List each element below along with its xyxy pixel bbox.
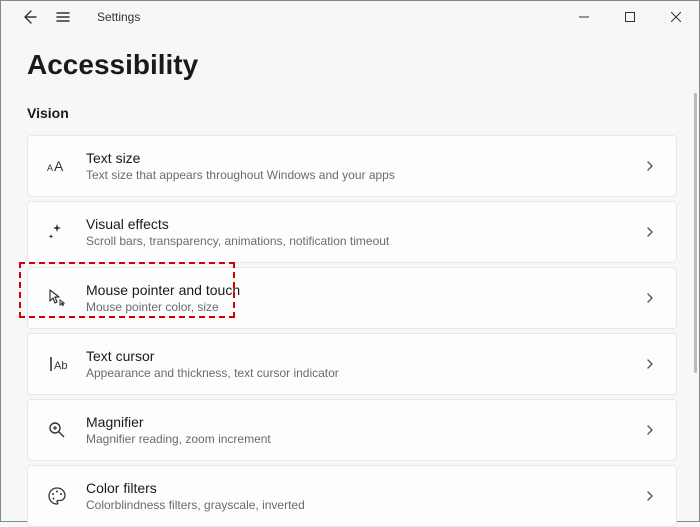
chevron-right-icon — [642, 488, 658, 504]
svg-text:Ab: Ab — [54, 360, 67, 372]
item-subtitle: Magnifier reading, zoom increment — [86, 432, 624, 446]
minimize-icon — [579, 12, 589, 22]
menu-button[interactable] — [49, 3, 77, 31]
section-label: Vision — [27, 105, 677, 121]
svg-text:A: A — [54, 158, 64, 174]
visual-effects-icon — [46, 221, 68, 243]
item-subtitle: Appearance and thickness, text cursor in… — [86, 366, 624, 380]
item-title: Visual effects — [86, 216, 624, 232]
scrollbar[interactable] — [694, 93, 697, 373]
item-subtitle: Scroll bars, transparency, animations, n… — [86, 234, 624, 248]
item-title: Magnifier — [86, 414, 624, 430]
item-text-cursor[interactable]: Ab Text cursor Appearance and thickness,… — [27, 333, 677, 395]
color-filters-icon — [46, 485, 68, 507]
back-button[interactable] — [15, 3, 43, 31]
item-mouse-pointer[interactable]: Mouse pointer and touch Mouse pointer co… — [27, 267, 677, 329]
content-area: Accessibility Vision AA Text size Text s… — [1, 33, 699, 527]
item-title: Text cursor — [86, 348, 624, 364]
item-visual-effects[interactable]: Visual effects Scroll bars, transparency… — [27, 201, 677, 263]
settings-list: AA Text size Text size that appears thro… — [27, 135, 677, 527]
titlebar: Settings — [1, 1, 699, 33]
item-subtitle: Mouse pointer color, size — [86, 300, 624, 314]
item-subtitle: Text size that appears throughout Window… — [86, 168, 624, 182]
chevron-right-icon — [642, 158, 658, 174]
item-text-size[interactable]: AA Text size Text size that appears thro… — [27, 135, 677, 197]
page-title: Accessibility — [27, 49, 677, 81]
text-cursor-icon: Ab — [46, 353, 68, 375]
hamburger-icon — [55, 9, 71, 25]
item-subtitle: Colorblindness filters, grayscale, inver… — [86, 498, 624, 512]
close-icon — [671, 12, 681, 22]
item-magnifier[interactable]: Magnifier Magnifier reading, zoom increm… — [27, 399, 677, 461]
maximize-icon — [625, 12, 635, 22]
item-color-filters[interactable]: Color filters Colorblindness filters, gr… — [27, 465, 677, 527]
item-title: Text size — [86, 150, 624, 166]
chevron-right-icon — [642, 356, 658, 372]
chevron-right-icon — [642, 422, 658, 438]
maximize-button[interactable] — [607, 2, 653, 32]
minimize-button[interactable] — [561, 2, 607, 32]
close-button[interactable] — [653, 2, 699, 32]
chevron-right-icon — [642, 290, 658, 306]
item-title: Color filters — [86, 480, 624, 496]
chevron-right-icon — [642, 224, 658, 240]
magnifier-icon — [46, 419, 68, 441]
mouse-pointer-icon — [46, 287, 68, 309]
app-title: Settings — [97, 10, 140, 24]
svg-text:A: A — [47, 163, 53, 173]
text-size-icon: AA — [46, 155, 68, 177]
item-title: Mouse pointer and touch — [86, 282, 624, 298]
arrow-left-icon — [21, 9, 37, 25]
